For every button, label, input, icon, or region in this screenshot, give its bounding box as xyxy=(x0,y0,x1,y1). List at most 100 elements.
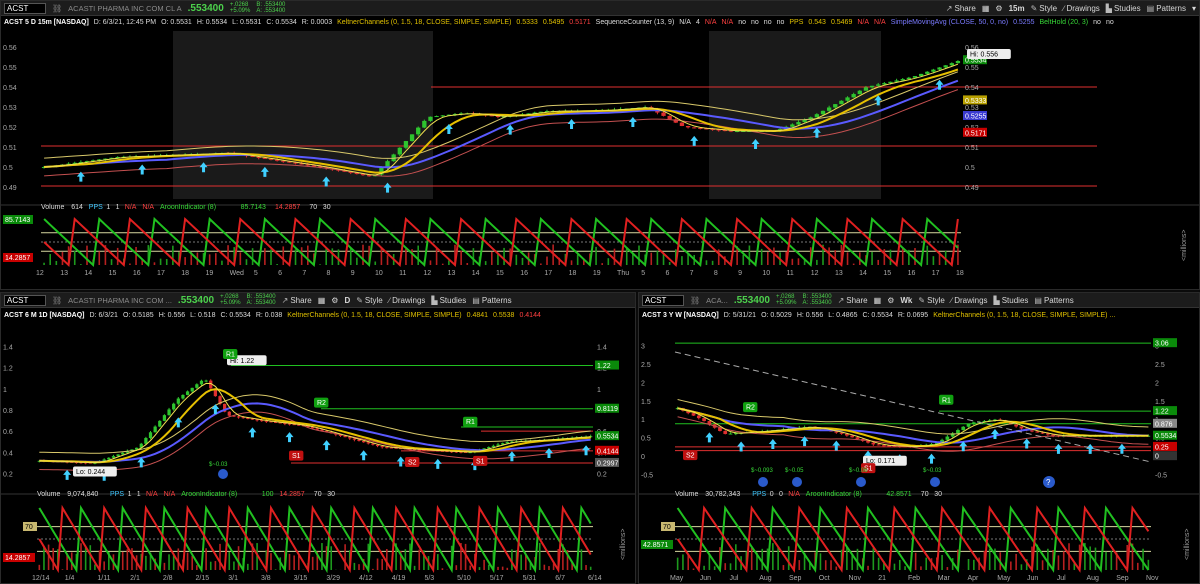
volume-bar xyxy=(893,563,896,570)
interval-selector[interactable]: 15m xyxy=(1009,4,1025,13)
studies-button[interactable]: ▙ Studies xyxy=(431,296,466,305)
share-button[interactable]: ↗ Share xyxy=(838,296,868,305)
price-axis-tick: 1.4 xyxy=(597,344,607,351)
candle-body xyxy=(172,403,176,410)
share-button[interactable]: ↗ Share xyxy=(946,4,976,13)
studies-button[interactable]: ▙ Studies xyxy=(994,296,1029,305)
price-axis-tick: -0.5 xyxy=(1155,473,1167,480)
candle-body xyxy=(167,409,171,416)
link-icon[interactable]: ⛓ xyxy=(690,296,700,305)
volume-bar xyxy=(294,249,297,265)
candle-body xyxy=(1035,431,1040,433)
time-axis-tick: 5/3 xyxy=(424,575,434,582)
gear-icon[interactable]: ⚙ xyxy=(887,296,894,305)
time-axis-tick: 15 xyxy=(883,270,891,277)
candle-body xyxy=(956,430,960,434)
volume-bar xyxy=(247,563,249,570)
style-button[interactable]: ✎ Style xyxy=(918,296,945,305)
daily-price-chart[interactable]: 1.41.41.21.2110.80.80.60.60.40.40.20.21.… xyxy=(1,322,635,584)
time-axis-tick: 14 xyxy=(859,270,867,277)
intraday-price-chart[interactable]: 0.560.560.550.550.540.540.530.530.520.52… xyxy=(1,29,1199,290)
grid-icon[interactable]: ▦ xyxy=(318,296,326,305)
interval-selector[interactable]: Wk xyxy=(900,296,912,305)
close-value: C: 0.5534 xyxy=(266,19,297,26)
share-button[interactable]: ↗ Share xyxy=(282,296,312,305)
chart-annotation-text: S1 xyxy=(292,453,301,460)
lower-legend-item: 0 xyxy=(770,491,774,498)
volume-bar xyxy=(682,554,684,570)
interval-selector[interactable]: D xyxy=(344,296,350,305)
candle-body xyxy=(111,456,116,458)
price-badge-text: 0.2997 xyxy=(597,460,619,467)
grid-icon[interactable]: ▦ xyxy=(874,296,882,305)
volume-bar xyxy=(52,548,55,570)
gear-icon[interactable]: ⚙ xyxy=(995,4,1002,13)
volume-bar xyxy=(245,259,248,265)
candle-body xyxy=(1014,424,1018,427)
volume-bar xyxy=(1094,547,1097,570)
weekly-price-chart[interactable]: 332.52.5221.51.5110.50.500-0.5-0.53.061.… xyxy=(639,322,1199,584)
price-badge-text: 0.5333 xyxy=(965,98,987,105)
patterns-button[interactable]: ▤ Patterns xyxy=(1034,296,1073,305)
time-axis-tick: Jul xyxy=(1057,575,1066,582)
buy-arrow-icon xyxy=(433,458,442,469)
chart-panel-intraday[interactable]: ACST ⛓ ACASTI PHARMA INC COM CL A .55340… xyxy=(0,0,1200,290)
bid-ask: B: .553400 A: .553400 xyxy=(803,294,832,306)
drawings-button[interactable]: ∕ Drawings xyxy=(389,296,426,305)
bar-date: D: 6/3/21, 12:45 PM xyxy=(93,19,157,26)
dividend-label: $~0.03 xyxy=(209,462,228,468)
price-axis-tick: 0.54 xyxy=(965,85,979,92)
last-price: .553400 xyxy=(187,2,224,14)
volume-bar xyxy=(321,543,323,570)
symbol-input[interactable]: ACST xyxy=(642,294,684,306)
candle-body xyxy=(148,432,153,439)
time-axis-tick: Oct xyxy=(819,575,830,582)
time-axis-tick: Aug xyxy=(759,575,772,582)
low-value: L: 0.518 xyxy=(190,312,216,319)
price-axis-tick-left: 0.53 xyxy=(3,105,17,112)
lower-legend-item: Volume xyxy=(37,491,60,498)
grid-icon[interactable]: ▦ xyxy=(982,4,990,13)
close-value: C: 0.5534 xyxy=(220,312,251,319)
time-axis-tick: 5/10 xyxy=(457,575,471,582)
candle-body xyxy=(949,63,954,66)
sma-label: SimpleMovingAvg (CLOSE, 50, 0, no) xyxy=(890,19,1009,26)
time-axis-tick: 18 xyxy=(181,270,189,277)
studies-icon: ▙ xyxy=(993,295,1000,305)
style-button[interactable]: ✎ Style xyxy=(356,296,383,305)
volume-bar xyxy=(901,247,904,265)
volume-bar xyxy=(1142,548,1144,570)
chart-panel-weekly[interactable]: ACST ⛓ ACA... .553400 +.0268 +5.09% B: .… xyxy=(638,292,1200,584)
volume-bar xyxy=(914,248,916,265)
link-icon[interactable]: ⛓ xyxy=(52,4,62,13)
volume-bar xyxy=(469,565,472,570)
patterns-button[interactable]: ▤ Patterns xyxy=(472,296,511,305)
drawings-button[interactable]: ∕ Drawings xyxy=(951,296,988,305)
candle-body xyxy=(839,100,844,105)
time-axis-tick: 13 xyxy=(448,270,456,277)
symbol-input[interactable]: ACST xyxy=(4,294,46,306)
style-icon: ✎ xyxy=(918,295,926,305)
time-axis-tick: 11 xyxy=(787,270,794,277)
collapse-icon[interactable]: ▾ xyxy=(1192,4,1196,13)
studies-button[interactable]: ▙ Studies xyxy=(1106,4,1141,13)
chart-panel-daily[interactable]: ACST ⛓ ACASTI PHARMA INC COM ... .553400… xyxy=(0,292,636,584)
time-axis-tick: 9 xyxy=(738,270,742,277)
drawings-button[interactable]: ∕ Drawings xyxy=(1063,4,1100,13)
price-axis-tick-left: 0.56 xyxy=(3,45,17,52)
volume-bar xyxy=(994,548,996,570)
candle-body xyxy=(422,120,427,128)
style-button[interactable]: ✎ Style xyxy=(1031,4,1058,13)
volume-bar xyxy=(417,245,419,265)
link-icon[interactable]: ⛓ xyxy=(52,296,62,305)
volume-bar xyxy=(914,552,917,570)
volume-bar xyxy=(436,554,439,570)
gear-icon[interactable]: ⚙ xyxy=(331,296,338,305)
symbol-input[interactable]: ACST xyxy=(4,2,46,14)
keltner-label: KeltnerChannels (0, 1.5, 18, CLOSE, SIMP… xyxy=(933,312,1116,319)
candle-body xyxy=(931,69,936,72)
time-axis-tick: 2/8 xyxy=(163,575,173,582)
patterns-button[interactable]: ▤ Patterns xyxy=(1147,4,1186,13)
candle-body xyxy=(227,411,231,416)
volume-bar xyxy=(362,244,364,265)
